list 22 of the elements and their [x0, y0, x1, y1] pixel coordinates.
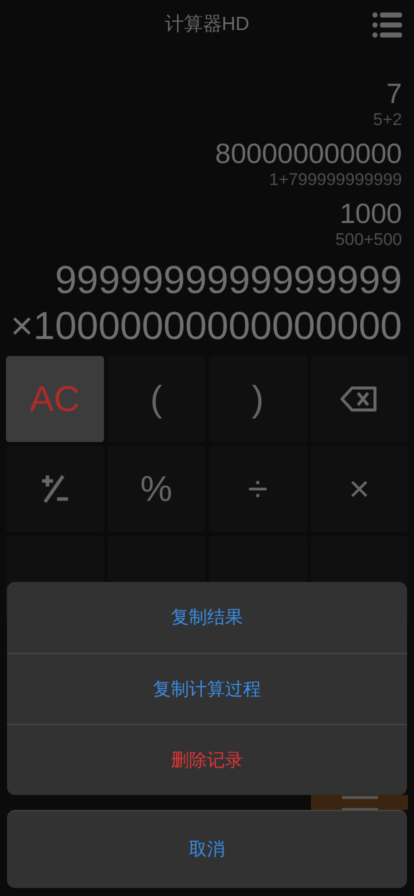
current-expression: 9999999999999999	[54, 258, 402, 304]
keypad-key[interactable]: (	[108, 356, 205, 442]
equals-key[interactable]	[311, 795, 408, 810]
menu-icon[interactable]	[372, 12, 402, 38]
clear-key[interactable]: AC	[6, 356, 104, 442]
current-expression: ×10000000000000000	[10, 304, 402, 350]
backspace-icon[interactable]	[340, 386, 378, 412]
history-expression: 1+799999999999	[269, 170, 402, 190]
plus-minus-icon[interactable]	[40, 474, 69, 504]
history-result: 1000	[340, 198, 402, 230]
history-result: 7	[386, 78, 402, 110]
keypad-key[interactable]: %	[108, 446, 205, 532]
cancel-button[interactable]: 取消	[7, 810, 407, 888]
action-sheet-item[interactable]: 删除记录	[7, 724, 407, 795]
app-title: 计算器HD	[164, 12, 250, 37]
history-expression: 500+500	[335, 230, 402, 250]
keypad-key[interactable]: )	[209, 356, 306, 442]
history-result: 800000000000	[215, 138, 402, 170]
history-expression: 5+2	[373, 110, 402, 130]
equals-icon	[342, 796, 378, 811]
keypad-key[interactable]: ×	[310, 446, 408, 532]
keypad-key[interactable]: ÷	[209, 446, 306, 532]
